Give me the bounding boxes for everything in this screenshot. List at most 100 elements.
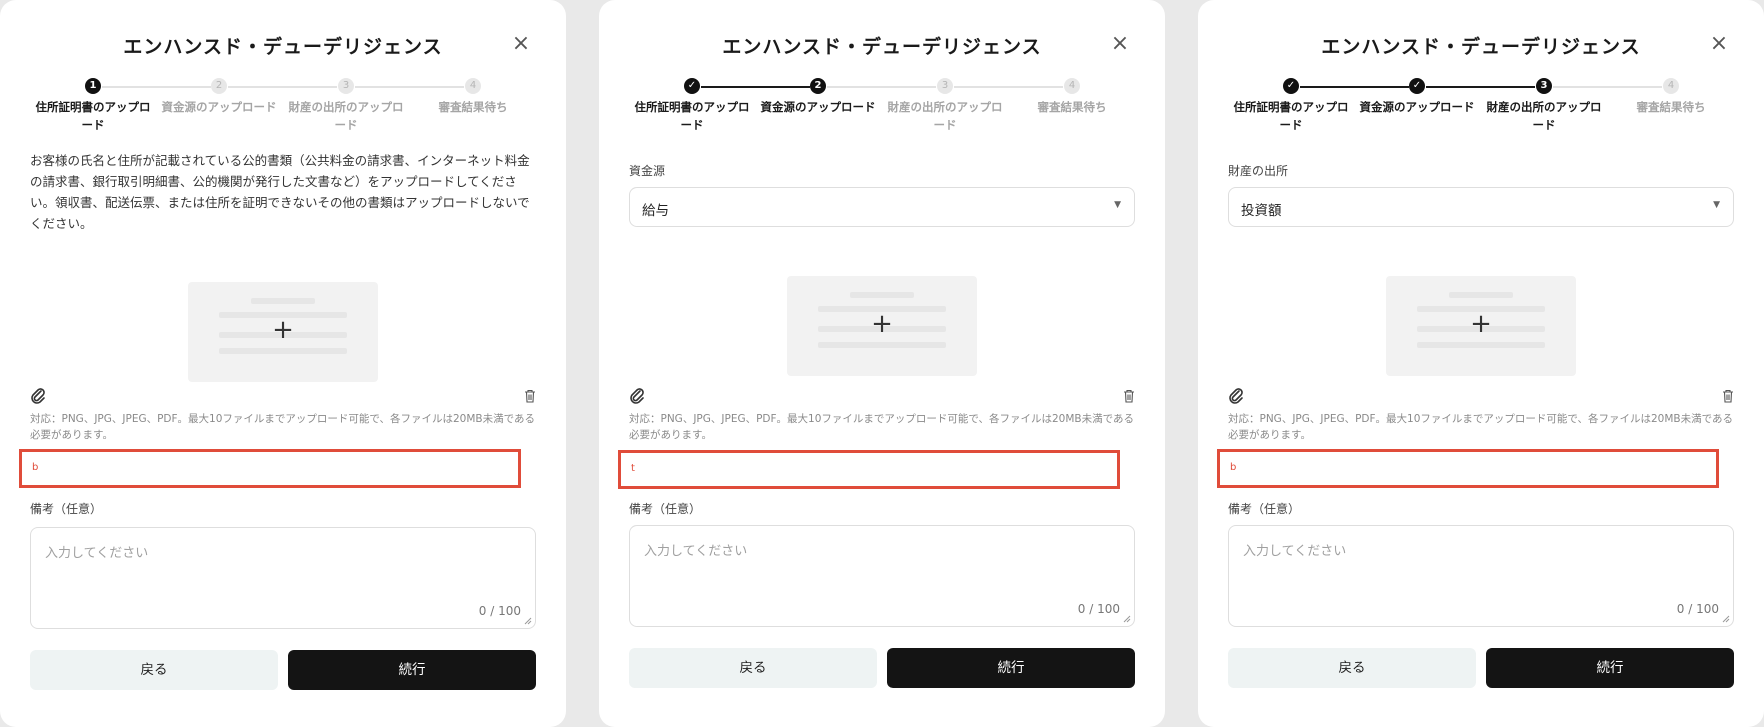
close-icon[interactable]: × xyxy=(509,32,533,56)
select-value: 給与 xyxy=(642,203,669,219)
step-number-icon: 3 xyxy=(1536,78,1552,94)
step-label: 住所証明書のアップロード xyxy=(634,100,750,132)
char-counter: 0 / 100 xyxy=(1077,602,1120,616)
stepper: 1 住所証明書のアップロード 2 資金源のアップロード 3 財産の出所のアップロード 4 審査… xyxy=(30,78,536,148)
step-number-icon: 3 xyxy=(937,78,953,94)
step-number-icon: 4 xyxy=(465,78,481,94)
close-icon[interactable]: × xyxy=(1707,32,1731,56)
upload-dropzone[interactable]: + xyxy=(787,276,977,376)
char-counter: 0 / 100 xyxy=(1676,602,1719,616)
modal-title: エンハンスド・デューデリジェンス xyxy=(1321,36,1641,58)
source-of-funds-label: 資金源 xyxy=(629,164,666,178)
error-message-box: b xyxy=(19,449,521,488)
back-button[interactable]: 戻る xyxy=(629,648,877,688)
source-of-wealth-label: 財産の出所 xyxy=(1228,164,1289,178)
modal-title: エンハンスド・デューデリジェンス xyxy=(123,36,443,58)
close-icon[interactable]: × xyxy=(1108,32,1132,56)
resize-grip-icon[interactable] xyxy=(524,617,532,625)
supported-formats-text: 対応：PNG、JPG、JPEG、PDF。最大10ファイルまでアップロード可能で、… xyxy=(1228,413,1734,441)
step-connector xyxy=(102,86,211,88)
caret-down-icon: ▼ xyxy=(1713,200,1720,210)
supported-formats-text: 対応：PNG、JPG、JPEG、PDF。最大10ファイルまでアップロード可能で、… xyxy=(629,413,1135,441)
modal-panel-step2: エンハンスド・デューデリジェンス × ✓ 住所証明書のアップロード 2 資金源のアップ… xyxy=(599,0,1165,727)
step-connector xyxy=(827,86,936,88)
tile-placeholder-line xyxy=(850,292,914,298)
continue-button[interactable]: 続行 xyxy=(887,648,1135,688)
paperclip-icon[interactable] xyxy=(1228,387,1244,405)
step-label: 資金源のアップロード xyxy=(760,100,876,114)
continue-button[interactable]: 続行 xyxy=(1486,648,1734,688)
stepper: ✓ 住所証明書のアップロード 2 資金源のアップロード 3 財産の出所のアップロード 4 審査… xyxy=(629,78,1135,148)
notes-placeholder: 入力してください xyxy=(644,544,748,559)
step-number-icon: 3 xyxy=(338,78,354,94)
resize-grip-icon[interactable] xyxy=(1722,615,1730,623)
caret-down-icon: ▼ xyxy=(1114,200,1121,210)
notes-label: 備考（任意） xyxy=(30,502,103,516)
tile-placeholder-line xyxy=(219,348,347,354)
source-of-wealth-select[interactable]: 投資額 ▼ xyxy=(1228,187,1734,227)
trash-icon[interactable] xyxy=(524,389,536,403)
file-row xyxy=(629,387,1135,407)
modal-title: エンハンスド・デューデリジェンス xyxy=(722,36,1042,58)
back-button[interactable]: 戻る xyxy=(1228,648,1476,688)
tile-placeholder-line xyxy=(251,298,315,304)
modal-panel-step3: エンハンスド・デューデリジェンス × ✓ 住所証明書のアップロード ✓ 資金源のアップ… xyxy=(1198,0,1764,727)
tile-placeholder-line xyxy=(818,342,946,348)
error-message-box: t xyxy=(618,450,1120,489)
continue-button[interactable]: 続行 xyxy=(288,650,536,690)
tile-placeholder-line xyxy=(1449,292,1513,298)
step-number-icon: 4 xyxy=(1064,78,1080,94)
tile-placeholder-line xyxy=(1417,342,1545,348)
step-label: 審査結果待ち xyxy=(1636,100,1706,114)
step-connector xyxy=(1426,86,1535,88)
step-label: 財産の出所のアップロード xyxy=(288,100,404,132)
resize-grip-icon[interactable] xyxy=(1123,615,1131,623)
step-label: 資金源のアップロード xyxy=(1359,100,1475,114)
step-number-icon: 2 xyxy=(211,78,227,94)
step-label: 審査結果待ち xyxy=(438,100,508,114)
step-label: 資金源のアップロード xyxy=(161,100,277,114)
step-label: 審査結果待ち xyxy=(1037,100,1107,114)
step-number-icon: 1 xyxy=(85,78,101,94)
step-connector xyxy=(355,86,464,88)
upload-dropzone[interactable]: + xyxy=(1386,276,1576,376)
error-message: t xyxy=(631,463,635,474)
notes-label: 備考（任意） xyxy=(1228,502,1301,516)
select-value: 投資額 xyxy=(1241,203,1282,219)
notes-placeholder: 入力してください xyxy=(45,546,149,561)
source-of-funds-select[interactable]: 給与 ▼ xyxy=(629,187,1135,227)
paperclip-icon[interactable] xyxy=(629,387,645,405)
instruction-text: お客様の氏名と住所が記載されている公的書類（公共料金の請求書、インターネット料金… xyxy=(30,153,530,231)
notes-textarea[interactable]: 入力してください 0 / 100 xyxy=(629,525,1135,627)
step-label: 住所証明書のアップロード xyxy=(35,100,151,132)
notes-label: 備考（任意） xyxy=(629,502,702,516)
step-connector xyxy=(954,86,1063,88)
step-label: 住所証明書のアップロード xyxy=(1233,100,1349,132)
paperclip-icon[interactable] xyxy=(30,387,46,405)
step-label: 財産の出所のアップロード xyxy=(887,100,1003,132)
back-button[interactable]: 戻る xyxy=(30,650,278,690)
file-row xyxy=(30,387,536,407)
trash-icon[interactable] xyxy=(1123,389,1135,403)
check-icon: ✓ xyxy=(1283,78,1299,94)
upload-dropzone[interactable]: + xyxy=(188,282,378,382)
notes-textarea[interactable]: 入力してください 0 / 100 xyxy=(1228,525,1734,627)
trash-icon[interactable] xyxy=(1722,389,1734,403)
check-icon: ✓ xyxy=(684,78,700,94)
error-message: b xyxy=(32,462,39,473)
file-row xyxy=(1228,387,1734,407)
step-connector xyxy=(701,86,810,88)
error-message: b xyxy=(1230,462,1237,473)
supported-formats-text: 対応：PNG、JPG、JPEG、PDF。最大10ファイルまでアップロード可能で、… xyxy=(30,413,536,441)
plus-icon: + xyxy=(272,315,294,345)
step-number-icon: 2 xyxy=(810,78,826,94)
step-connector xyxy=(228,86,337,88)
step-connector xyxy=(1300,86,1409,88)
stepper: ✓ 住所証明書のアップロード ✓ 資金源のアップロード 3 財産の出所のアップロード 4 審査… xyxy=(1228,78,1734,148)
notes-placeholder: 入力してください xyxy=(1243,544,1347,559)
modal-panel-step1: エンハンスド・デューデリジェンス × 1 住所証明書のアップロード 2 資金源のアップ… xyxy=(0,0,566,727)
plus-icon: + xyxy=(871,309,893,339)
notes-textarea[interactable]: 入力してください 0 / 100 xyxy=(30,527,536,629)
step-connector xyxy=(1553,86,1662,88)
check-icon: ✓ xyxy=(1409,78,1425,94)
